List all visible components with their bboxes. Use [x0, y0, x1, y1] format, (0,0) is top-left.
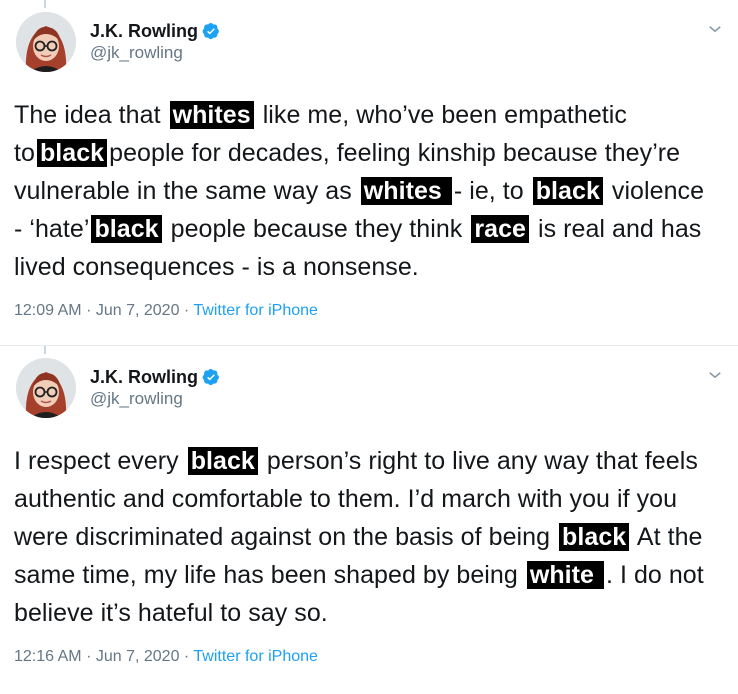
tweet-meta: 12:09 AM · Jun 7, 2020 · Twitter for iPh…	[14, 302, 724, 320]
chevron-down-icon[interactable]	[706, 20, 724, 38]
tweet-source-link[interactable]: Twitter for iPhone	[193, 302, 318, 319]
separator: ·	[86, 648, 96, 665]
text-run: The idea that	[14, 101, 168, 129]
highlighted-word: black	[559, 523, 630, 551]
verified-badge-icon	[202, 22, 219, 40]
separator: ·	[183, 648, 194, 665]
text-run: - ie, to	[453, 177, 531, 205]
author: J.K. Rowling @jk_rowling	[90, 20, 220, 64]
text-run: people because they think	[163, 215, 470, 243]
tweet-header: J.K. Rowling @jk_rowling	[14, 12, 724, 82]
tweet-time[interactable]: 12:09 AM	[14, 302, 82, 319]
author: J.K. Rowling @jk_rowling	[90, 366, 220, 410]
display-name[interactable]: J.K. Rowling	[90, 366, 198, 388]
tweet-date[interactable]: Jun 7, 2020	[96, 648, 180, 665]
tweet-thread: J.K. Rowling @jk_rowling The idea that w…	[0, 0, 738, 694]
verified-badge-icon	[202, 368, 219, 386]
separator: ·	[183, 302, 194, 319]
separator: ·	[86, 302, 96, 319]
highlighted-word: black	[187, 447, 258, 475]
highlighted-word: white	[526, 561, 604, 589]
highlighted-word: race	[471, 215, 529, 243]
highlighted-word: black	[91, 215, 162, 243]
tweet-header: J.K. Rowling @jk_rowling	[14, 358, 724, 428]
tweet-time[interactable]: 12:16 AM	[14, 648, 82, 665]
highlighted-word: whites	[360, 177, 452, 205]
highlighted-word: black	[36, 139, 108, 167]
handle[interactable]: @jk_rowling	[90, 388, 220, 410]
thread-connector	[44, 0, 46, 8]
thread-connector	[44, 346, 46, 354]
chevron-down-icon[interactable]	[706, 366, 724, 384]
tweet-source-link[interactable]: Twitter for iPhone	[193, 648, 318, 665]
handle[interactable]: @jk_rowling	[90, 42, 220, 64]
tweet[interactable]: J.K. Rowling @jk_rowling The idea that w…	[0, 0, 738, 346]
highlighted-word: black	[532, 177, 603, 205]
tweet-meta: 12:16 AM · Jun 7, 2020 · Twitter for iPh…	[14, 648, 724, 666]
avatar[interactable]	[16, 12, 76, 72]
highlighted-word: whites	[169, 101, 254, 129]
tweet[interactable]: J.K. Rowling @jk_rowling I respect every…	[0, 346, 738, 694]
display-name[interactable]: J.K. Rowling	[90, 20, 198, 42]
tweet-text: The idea that whites like me, who’ve bee…	[14, 96, 724, 286]
tweet-text: I respect every black person’s right to …	[14, 442, 724, 632]
avatar[interactable]	[16, 358, 76, 418]
tweet-date[interactable]: Jun 7, 2020	[96, 302, 180, 319]
text-run: I respect every	[14, 447, 186, 475]
